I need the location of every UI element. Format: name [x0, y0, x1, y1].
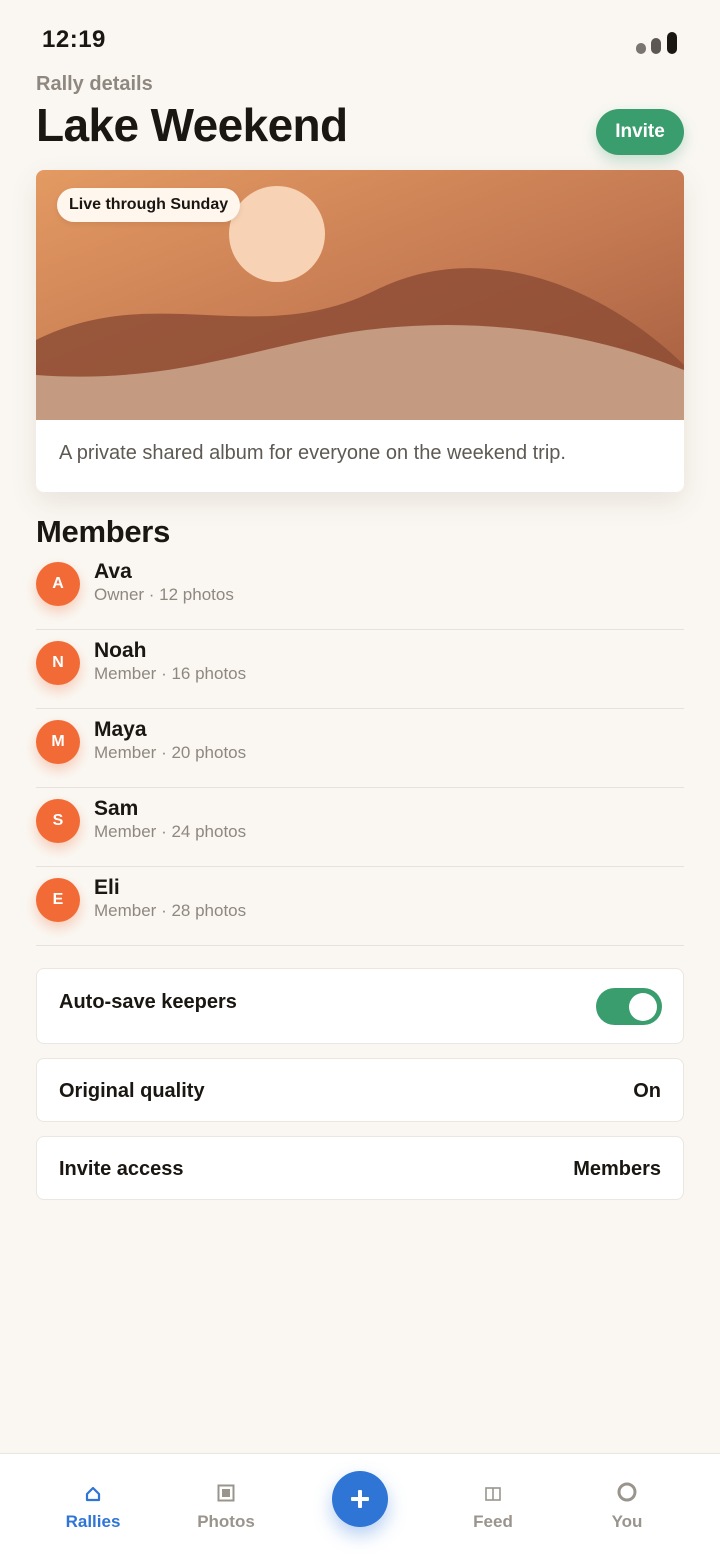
member-row[interactable]: N Noah Member · 16 photos: [36, 630, 684, 709]
tab-label: You: [611, 1512, 643, 1531]
auto-save-setting: Auto-save keepers: [36, 968, 684, 1044]
rally-hero-card: Live through Sunday A private shared alb…: [36, 170, 684, 492]
member-meta: Member · 16 photos: [94, 664, 247, 683]
member-name: Eli: [94, 876, 120, 899]
member-row[interactable]: A Ava Owner · 12 photos: [36, 551, 684, 630]
page-eyebrow: Rally details: [36, 73, 153, 95]
member-meta: Member · 24 photos: [94, 822, 247, 841]
member-name: Maya: [94, 718, 147, 741]
avatar: E: [36, 878, 80, 922]
status-time: 12:19: [42, 26, 106, 53]
avatar: M: [36, 720, 80, 764]
tab-rallies[interactable]: Rallies: [33, 1454, 153, 1565]
status-bar: 12:19: [0, 0, 720, 70]
toggle-knob: [629, 993, 657, 1021]
tab-photos[interactable]: Photos: [166, 1454, 286, 1565]
home-icon: [33, 1482, 153, 1508]
tab-label: Rallies: [65, 1512, 121, 1531]
feed-icon: [433, 1482, 553, 1508]
invite-access-label: Invite access: [59, 1158, 184, 1180]
invite-button[interactable]: Invite: [596, 109, 684, 155]
avatar: S: [36, 799, 80, 843]
tab-feed[interactable]: Feed: [433, 1454, 553, 1565]
member-meta: Member · 20 photos: [94, 743, 247, 762]
page-title: Lake Weekend: [36, 99, 348, 151]
member-name: Ava: [94, 560, 132, 583]
avatar: A: [36, 562, 80, 606]
photo-icon: [166, 1482, 286, 1508]
invite-access-value: Members: [573, 1158, 661, 1180]
member-name: Sam: [94, 797, 139, 820]
tab-label: Photos: [197, 1512, 255, 1531]
member-meta: Owner · 12 photos: [94, 585, 234, 604]
tab-label: Feed: [473, 1512, 513, 1531]
add-button[interactable]: [332, 1471, 388, 1527]
auto-save-label: Auto-save keepers: [59, 991, 237, 1013]
signal-icon: [636, 32, 680, 54]
profile-icon: [567, 1482, 687, 1508]
live-badge: Live through Sunday: [57, 188, 241, 222]
auto-save-toggle[interactable]: [596, 988, 662, 1025]
original-quality-label: Original quality: [59, 1080, 205, 1102]
tab-you[interactable]: You: [567, 1454, 687, 1565]
original-quality-value: On: [633, 1080, 661, 1102]
member-meta: Member · 28 photos: [94, 901, 247, 920]
avatar: N: [36, 641, 80, 685]
rally-description: A private shared album for everyone on t…: [59, 442, 566, 464]
member-name: Noah: [94, 639, 147, 662]
plus-icon: [351, 1490, 369, 1508]
original-quality-setting[interactable]: Original quality On: [36, 1058, 684, 1122]
invite-access-setting[interactable]: Invite access Members: [36, 1136, 684, 1200]
member-row[interactable]: E Eli Member · 28 photos: [36, 867, 684, 946]
members-title: Members: [36, 514, 171, 549]
member-row[interactable]: S Sam Member · 24 photos: [36, 788, 684, 867]
member-row[interactable]: M Maya Member · 20 photos: [36, 709, 684, 788]
